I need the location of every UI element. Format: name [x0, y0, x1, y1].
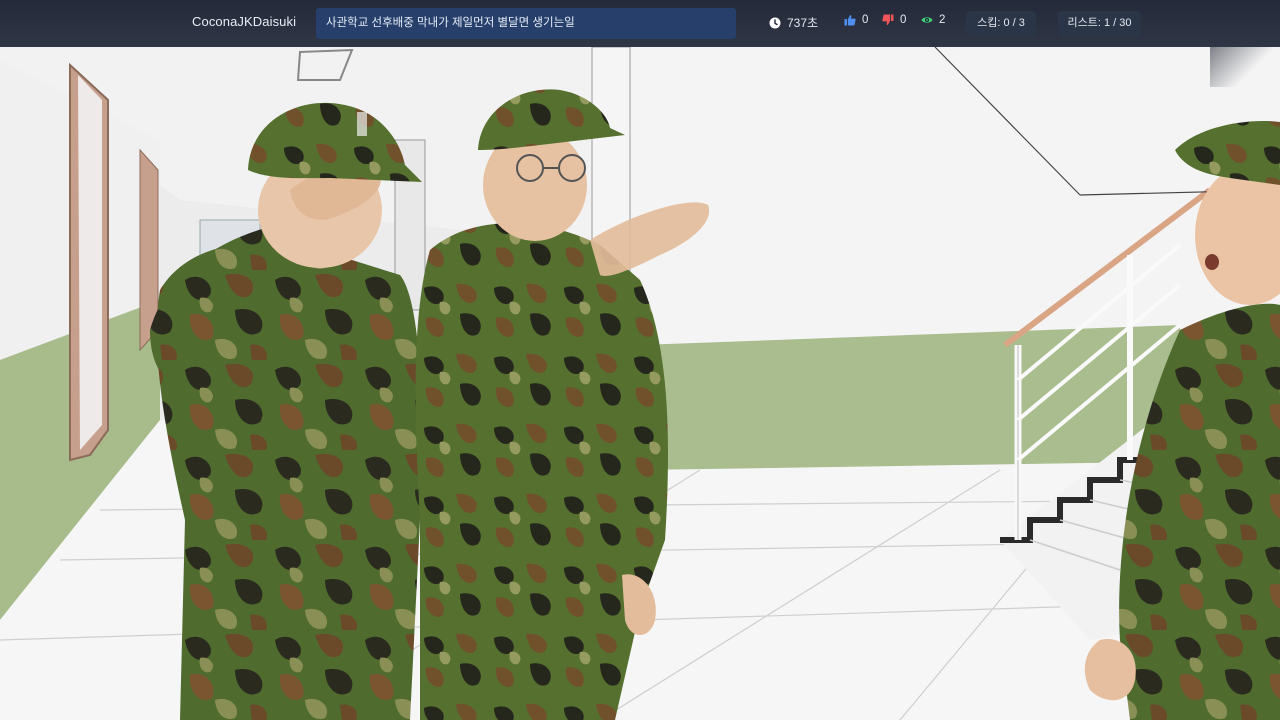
- like-count: 0: [862, 14, 869, 26]
- playlist-position-button[interactable]: 리스트: 1 / 30: [1058, 11, 1141, 36]
- video-title[interactable]: 사관학교 선후배중 막내가 제일먼저 별달면 생기는일: [316, 8, 736, 39]
- clock-icon: [769, 17, 781, 29]
- video-info-bar: CoconaJKDaisuki 사관학교 선후배중 막내가 제일먼저 별달면 생…: [0, 0, 1280, 47]
- time-value: 737초: [787, 16, 819, 30]
- thumbs-up-icon: [844, 14, 856, 26]
- corner-shadow: [1210, 47, 1280, 87]
- video-player[interactable]: CoconaJKDaisuki 사관학교 선후배중 막내가 제일먼저 별달면 생…: [0, 0, 1280, 720]
- eye-icon: [921, 14, 933, 26]
- like-button[interactable]: 0: [844, 14, 868, 26]
- skip-counter-button[interactable]: 스킵: 0 / 3: [966, 11, 1036, 36]
- dislike-count: 0: [900, 14, 907, 26]
- view-count: 2: [939, 14, 946, 26]
- thumbs-down-icon: [882, 14, 894, 26]
- dislike-button[interactable]: 0: [882, 14, 906, 26]
- channel-name[interactable]: CoconaJKDaisuki: [192, 14, 296, 29]
- time-counter: 737초: [769, 14, 818, 31]
- video-frame[interactable]: [0, 0, 1280, 720]
- view-counter: 2: [921, 14, 945, 26]
